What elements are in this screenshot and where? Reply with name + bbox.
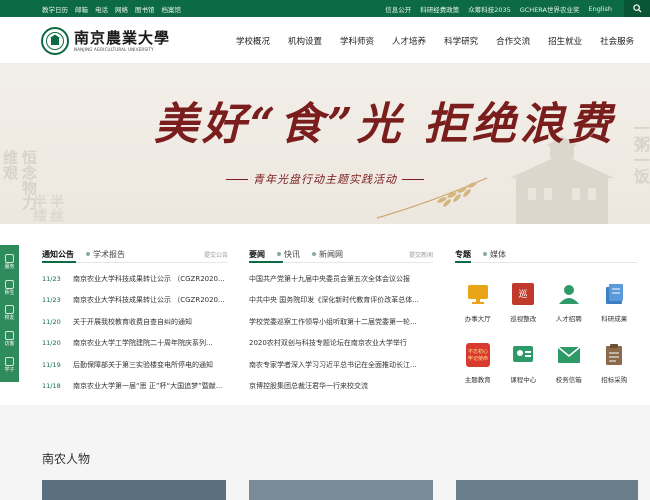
svg-text:巡: 巡 bbox=[519, 289, 528, 300]
notices-list: 11/23 南京农业大学科技成果转让公示 （CGZR2020... 11/23 南京… bbox=[42, 268, 228, 397]
nav-about[interactable]: 学校概况 bbox=[236, 35, 270, 47]
svg-text:不忘初心: 不忘初心 bbox=[468, 348, 488, 355]
course-icon bbox=[511, 343, 535, 367]
logo-cn-name: 南京農業大學 bbox=[74, 28, 171, 47]
link-network[interactable]: 网络 bbox=[115, 4, 128, 14]
tab-flash[interactable]: 快讯 bbox=[277, 249, 300, 260]
recruit-icon bbox=[557, 282, 581, 306]
top-bar: 教学日历 邮箱 电话 网络 图书馆 档案馆 信息公开 科研经费政策 众筹科技20… bbox=[0, 0, 650, 17]
link-archives[interactable]: 档案馆 bbox=[162, 4, 182, 14]
side-item-staff[interactable]: 师生 bbox=[4, 279, 15, 296]
link-phone[interactable]: 电话 bbox=[95, 4, 108, 14]
special-procurement[interactable]: 招标采购 bbox=[592, 343, 638, 384]
bullet-icon bbox=[277, 252, 281, 256]
banner-bg-text-left2: 半丝半缕 bbox=[31, 194, 64, 222]
link-mail[interactable]: 邮箱 bbox=[75, 4, 88, 14]
list-item[interactable]: 11/20 关于开展我校教育收费自查自纠的通知 bbox=[42, 311, 228, 333]
side-item-student[interactable]: 学子 bbox=[4, 357, 15, 373]
university-logo[interactable]: 南京農業大學 NANJING AGRICULTURAL UNIVERSITY bbox=[41, 27, 170, 55]
banner-bg-text-right: 一粥一饭 bbox=[631, 120, 650, 184]
list-item[interactable]: 11/19 后勤保障部关于第三实验楼变电所停电的通知 bbox=[42, 354, 228, 376]
link-info-public[interactable]: 信息公开 bbox=[385, 4, 411, 14]
side-item-service[interactable]: 服务 bbox=[4, 253, 15, 270]
side-float-menu: 服务 师生 校友 访客 学子 bbox=[0, 245, 19, 382]
svg-text:牢记使命: 牢记使命 bbox=[468, 355, 488, 362]
banner-headline: 美好“食”光 拒绝浪费 bbox=[154, 99, 616, 150]
list-item[interactable]: 11/20 南京农业大学工学院建院二十周年院庆系列... bbox=[42, 333, 228, 355]
list-item[interactable]: 南农专家学者深入学习习近平总书记在全面推动长江... bbox=[249, 354, 433, 376]
tab-notices[interactable]: 通知公告 bbox=[42, 249, 74, 260]
nav-faculty[interactable]: 学科师资 bbox=[340, 35, 374, 47]
tab-headlines[interactable]: 要闻 bbox=[249, 249, 265, 260]
procurement-icon bbox=[602, 343, 626, 367]
link-gchera[interactable]: GCHERA世界农业奖 bbox=[520, 4, 580, 14]
people-card[interactable] bbox=[456, 480, 638, 500]
nav-research[interactable]: 科学研究 bbox=[444, 35, 478, 47]
submit-news-link[interactable]: 提交新闻 bbox=[409, 250, 433, 259]
nav-service[interactable]: 社会服务 bbox=[600, 35, 634, 47]
people-card[interactable] bbox=[42, 480, 226, 500]
link-english[interactable]: English bbox=[589, 5, 612, 13]
tab-academic-reports[interactable]: 学术报告 bbox=[86, 249, 125, 260]
site-header: 南京農業大學 NANJING AGRICULTURAL UNIVERSITY 学… bbox=[0, 17, 650, 64]
special-course[interactable]: 课程中心 bbox=[501, 343, 547, 384]
link-calendar[interactable]: 教学日历 bbox=[42, 4, 68, 14]
special-inspection[interactable]: 巡 巡视整改 bbox=[501, 282, 547, 323]
side-item-alumni[interactable]: 校友 bbox=[4, 305, 15, 321]
logo-seal-icon bbox=[41, 27, 69, 55]
link-crowd-tech[interactable]: 众筹科技2035 bbox=[468, 4, 511, 14]
special-theme-education[interactable]: 不忘初心 牢记使命 主题教育 bbox=[455, 343, 501, 384]
people-section-title: 南农人物 bbox=[42, 452, 91, 466]
list-item[interactable]: 11/23 南京农业大学科技成果转让公示 （CGZR2020... bbox=[42, 268, 228, 290]
special-column: 专题 媒体 办事大厅 巡 巡视整改 人才招聘 科研成果 不忘初心 牢记使命 主题… bbox=[455, 246, 637, 384]
special-tabs: 专题 媒体 bbox=[455, 246, 637, 263]
side-item-visitor[interactable]: 访客 bbox=[4, 331, 15, 347]
list-item[interactable]: 11/18 南京农业大学第一届“思 正”杯“大国追梦”暨献... bbox=[42, 376, 228, 398]
bullet-icon bbox=[312, 252, 316, 256]
link-library[interactable]: 图书馆 bbox=[135, 4, 155, 14]
hero-banner[interactable]: 恒念物力维艰 半丝半缕 一粥一饭 美好“食”光 拒绝浪费 青年光盘行动主题实践活… bbox=[0, 64, 650, 224]
office-hall-icon bbox=[466, 282, 490, 306]
notices-tabs: 通知公告 学术报告 提交公告 bbox=[42, 246, 228, 263]
news-list: 中国共产党第十九届中央委员会第五次全体会议公报 中共中央 国务院印发《深化新时代… bbox=[249, 268, 433, 397]
mail-icon bbox=[557, 343, 581, 367]
submit-notice-link[interactable]: 提交公告 bbox=[204, 250, 228, 259]
list-item[interactable]: 2020农村双创与科技专题论坛在南京农业大学举行 bbox=[249, 333, 433, 355]
search-icon bbox=[632, 4, 642, 13]
list-item[interactable]: 中国共产党第十九届中央委员会第五次全体会议公报 bbox=[249, 268, 433, 290]
search-button[interactable] bbox=[624, 0, 650, 17]
top-right-links: 信息公开 科研经费政策 众筹科技2035 GCHERA世界农业奖 English bbox=[385, 0, 612, 17]
special-grid: 办事大厅 巡 巡视整改 人才招聘 科研成果 不忘初心 牢记使命 主题教育 课程中… bbox=[455, 282, 637, 384]
theme-education-icon: 不忘初心 牢记使命 bbox=[465, 343, 490, 367]
nav-cooperation[interactable]: 合作交流 bbox=[496, 35, 530, 47]
top-left-links: 教学日历 邮箱 电话 网络 图书馆 档案馆 bbox=[42, 0, 181, 17]
wheat-icon bbox=[376, 177, 488, 219]
list-item[interactable]: 11/23 南京农业大学科技成果转让公示 （CGZR2020... bbox=[42, 290, 228, 312]
research-icon bbox=[602, 282, 626, 306]
people-section: 南农人物 bbox=[0, 405, 650, 500]
tab-media[interactable]: 媒体 bbox=[483, 249, 506, 260]
logo-en-name: NANJING AGRICULTURAL UNIVERSITY bbox=[74, 46, 154, 52]
special-mail[interactable]: 校务信箱 bbox=[546, 343, 592, 384]
special-recruit[interactable]: 人才招聘 bbox=[546, 282, 592, 323]
news-tabs: 要闻 快讯 新闻网 提交新闻 bbox=[249, 246, 433, 263]
bullet-icon bbox=[86, 252, 90, 256]
nav-admissions[interactable]: 招生就业 bbox=[548, 35, 582, 47]
nav-organization[interactable]: 机构设置 bbox=[288, 35, 322, 47]
main-nav: 学校概况 机构设置 学科师资 人才培养 科学研究 合作交流 招生就业 社会服务 bbox=[236, 17, 634, 64]
nav-education[interactable]: 人才培养 bbox=[392, 35, 426, 47]
list-item[interactable]: 学校党委巡察工作领导小组听取第十二届党委第一轮... bbox=[249, 311, 433, 333]
bullet-icon bbox=[483, 252, 487, 256]
tab-special[interactable]: 专题 bbox=[455, 249, 471, 260]
link-research-funds[interactable]: 科研经费政策 bbox=[420, 4, 459, 14]
list-item[interactable]: 中共中央 国务院印发《深化新时代教育评价改革总体... bbox=[249, 290, 433, 312]
inspection-icon: 巡 bbox=[511, 282, 535, 306]
special-office-hall[interactable]: 办事大厅 bbox=[455, 282, 501, 323]
people-card[interactable] bbox=[249, 480, 433, 500]
news-column: 要闻 快讯 新闻网 提交新闻 中国共产党第十九届中央委员会第五次全体会议公报 中… bbox=[249, 246, 433, 397]
notices-column: 通知公告 学术报告 提交公告 11/23 南京农业大学科技成果转让公示 （CGZR… bbox=[42, 246, 228, 397]
list-item[interactable]: 京博控股集团总裁汪君华一行来校交流 bbox=[249, 376, 433, 398]
special-research[interactable]: 科研成果 bbox=[592, 282, 638, 323]
tab-newsnet[interactable]: 新闻网 bbox=[312, 249, 343, 260]
